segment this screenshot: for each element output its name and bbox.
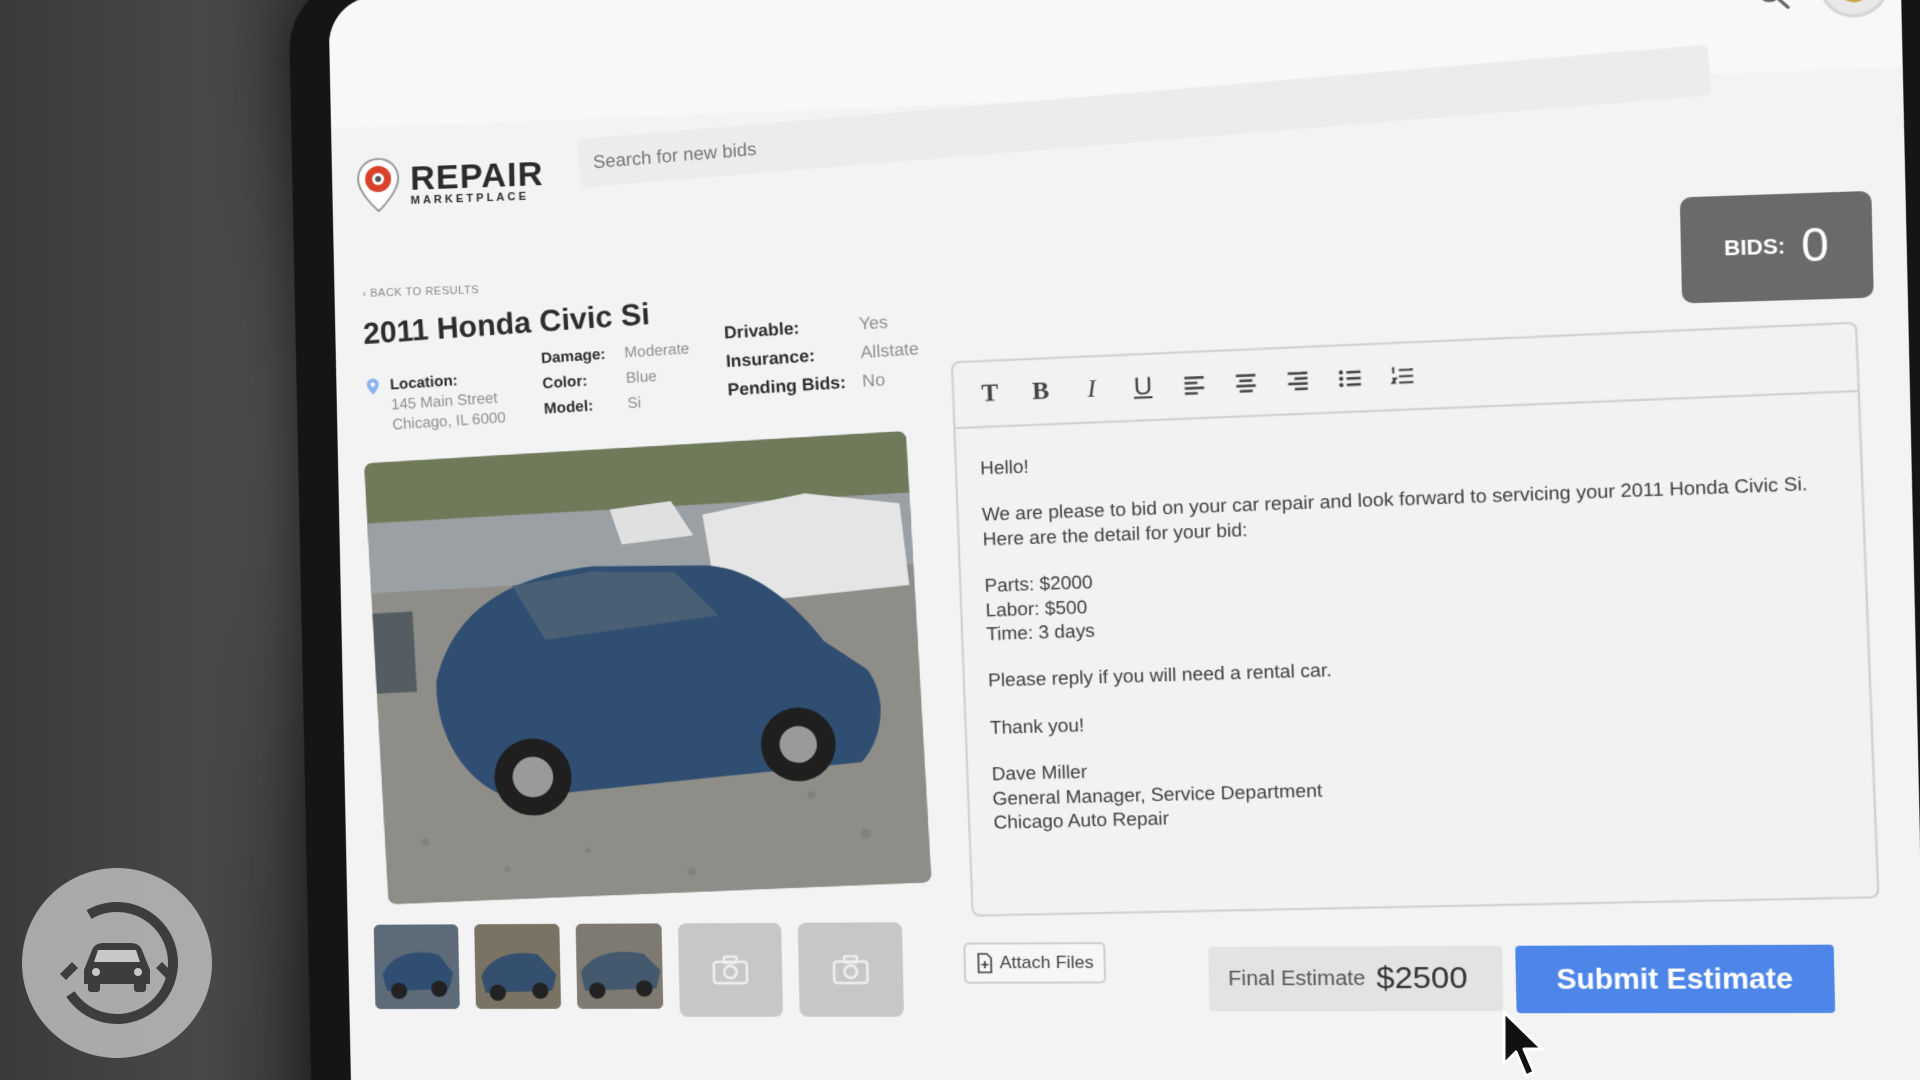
gear-pin-icon	[356, 156, 401, 214]
camera-icon	[711, 955, 749, 986]
pending-bids-label: Pending Bids:	[727, 372, 847, 400]
mouse-cursor-icon	[1502, 1010, 1544, 1078]
back-to-results-link[interactable]: ‹ BACK TO RESULTS	[362, 284, 479, 300]
thumbnail-3[interactable]	[575, 923, 664, 1009]
vehicle-photo[interactable]	[364, 430, 932, 905]
drivable-value: Yes	[858, 312, 889, 334]
car-thumbnail-image	[474, 923, 562, 1009]
damage-label: Damage:	[540, 345, 606, 368]
underline-button[interactable]: U	[1130, 372, 1157, 401]
bid-breakdown: Parts: $2000 Labor: $500 Time: 3 days	[984, 545, 1841, 647]
photo-thumbnails	[373, 922, 930, 1025]
brand-logo[interactable]: REPAIR MARKETPLACE	[356, 151, 545, 214]
app-screen: REPAIR MARKETPLACE ‹ BACK TO RESULTS 201…	[328, 0, 1920, 1080]
color-value: Blue	[625, 367, 658, 387]
car-thumbnail-image	[575, 923, 664, 1009]
camera-icon	[832, 954, 870, 985]
thumbnail-2[interactable]	[474, 923, 562, 1009]
vehicle-specs: Damage: Moderate Color: Blue Model: Si	[541, 340, 693, 418]
thumbnail-1[interactable]	[373, 924, 460, 1010]
bullet-list-icon[interactable]	[1336, 364, 1363, 392]
pending-bids-value: No	[861, 369, 886, 391]
bold-button[interactable]: B	[1028, 377, 1054, 406]
estimate-editor: T B I U Hello! We are please to bid on y…	[950, 321, 1880, 917]
thanks-text: Thank you!	[989, 714, 1085, 738]
signature-block: Dave Miller General Manager, Service Dep…	[991, 740, 1849, 835]
attach-files-label: Attach Files	[999, 952, 1094, 973]
rental-text: Please reply if you will need a rental c…	[987, 659, 1333, 692]
brand-title: REPAIR	[409, 154, 544, 198]
intro-text: We are please to bid on your car repair …	[981, 473, 1809, 550]
damaged-car-image	[364, 430, 932, 905]
greeting-text: Hello!	[979, 456, 1030, 479]
submit-estimate-button[interactable]: Submit Estimate	[1515, 944, 1836, 1014]
bids-counter: BIDS: 0	[1679, 190, 1874, 304]
model-label: Model:	[543, 397, 594, 418]
text-style-button[interactable]: T	[977, 379, 1003, 408]
search-icon[interactable]	[1753, 0, 1792, 13]
model-value: Si	[626, 394, 642, 413]
align-center-icon[interactable]	[1233, 369, 1260, 397]
insurance-label: Insurance:	[725, 345, 816, 372]
numbered-list-icon[interactable]	[1389, 362, 1416, 390]
map-pin-icon	[366, 378, 380, 396]
bids-label: BIDS:	[1723, 234, 1786, 261]
drivable-label: Drivable:	[723, 318, 800, 343]
italic-button[interactable]: I	[1078, 375, 1105, 403]
final-estimate-value: $2500	[1375, 960, 1468, 996]
align-right-icon[interactable]	[1284, 367, 1311, 395]
align-left-icon[interactable]	[1181, 371, 1208, 399]
address-line-2: Chicago, IL 6000	[391, 409, 507, 434]
laptop-frame: REPAIR MARKETPLACE ‹ BACK TO RESULTS 201…	[288, 0, 1920, 1080]
owl-mascot-icon	[1836, 0, 1872, 4]
color-label: Color:	[542, 372, 588, 393]
bids-count: 0	[1800, 219, 1830, 273]
editor-content[interactable]: Hello! We are please to bid on your car …	[955, 392, 1876, 887]
damage-value: Moderate	[623, 340, 690, 362]
channel-watermark	[22, 868, 212, 1058]
insurance-value: Allstate	[859, 338, 920, 363]
add-photo-slot-1[interactable]	[677, 922, 784, 1017]
add-file-icon	[976, 953, 993, 974]
add-photo-slot-2[interactable]	[797, 922, 904, 1017]
location-block: Location: 145 Main Street Chicago, IL 60…	[365, 369, 506, 435]
car-repair-logo-icon	[55, 902, 178, 1024]
final-estimate-field[interactable]: Final Estimate $2500	[1208, 945, 1504, 1012]
claim-info: Drivable: Yes Insurance: Allstate Pendin…	[724, 310, 922, 400]
car-thumbnail-image	[373, 924, 460, 1010]
attach-files-button[interactable]: Attach Files	[963, 942, 1107, 984]
final-estimate-label: Final Estimate	[1227, 966, 1366, 990]
